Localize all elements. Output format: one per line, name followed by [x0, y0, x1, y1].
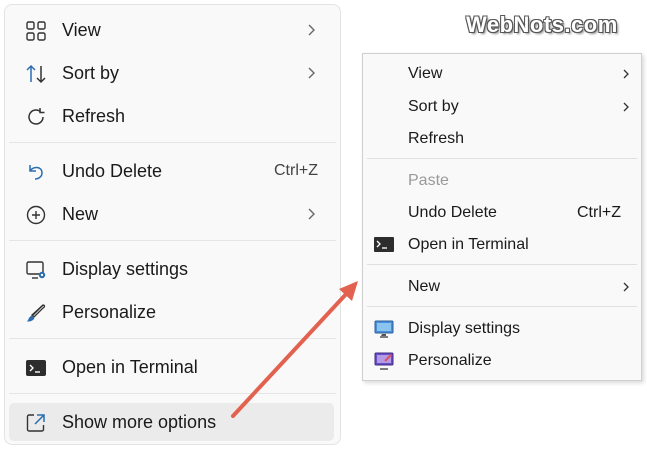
menu-item-label: Personalize [62, 301, 157, 322]
menu-item-new[interactable]: New [363, 273, 641, 301]
chevron-right-icon [308, 24, 315, 36]
menu-item-label: Paste [408, 172, 449, 189]
shortcut-label: Ctrl+Z [577, 204, 621, 221]
refresh-icon [28, 108, 45, 125]
menu-item-sort-by[interactable]: Sort by [9, 54, 334, 92]
brush-icon [26, 304, 46, 322]
terminal-icon [374, 237, 394, 252]
plus-circle-icon [26, 205, 46, 225]
menu-item-view[interactable]: View [363, 60, 641, 88]
chevron-right-icon [623, 102, 629, 112]
menu-item-label: Display settings [408, 320, 521, 337]
sort-icon [26, 64, 46, 84]
chevron-right-icon [623, 282, 629, 292]
menu-item-personalize[interactable]: Personalize [9, 293, 334, 331]
chevron-right-icon [308, 208, 315, 220]
separator [367, 306, 637, 307]
menu-item-open-terminal[interactable]: Open in Terminal [363, 231, 641, 259]
display-settings-icon [374, 320, 394, 338]
menu-item-label: Open in Terminal [408, 236, 529, 253]
menu-item-label: Personalize [408, 352, 492, 369]
menu-item-undo-delete[interactable]: Undo Delete Ctrl+Z [9, 152, 334, 190]
menu-item-show-more-options[interactable]: Show more options [9, 403, 334, 441]
separator [9, 142, 336, 143]
menu-item-label: Open in Terminal [62, 356, 198, 377]
display-settings-icon [26, 261, 46, 279]
menu-item-personalize[interactable]: Personalize [363, 347, 641, 375]
menu-item-label: Refresh [408, 130, 465, 147]
menu-item-label: View [62, 19, 101, 40]
menu-item-display-settings[interactable]: Display settings [363, 315, 641, 343]
separator [367, 264, 637, 265]
menu-item-refresh[interactable]: Refresh [363, 125, 641, 153]
separator [9, 393, 336, 394]
menu-item-label: Undo Delete [408, 204, 497, 221]
menu-item-label: New [408, 278, 441, 295]
menu-item-new[interactable]: New [9, 195, 334, 233]
menu-item-label: Sort by [408, 98, 459, 115]
menu-item-refresh[interactable]: Refresh [9, 97, 334, 135]
separator [9, 338, 336, 339]
terminal-icon [26, 360, 46, 376]
menu-item-label: Show more options [62, 411, 217, 432]
menu-item-label: Refresh [62, 105, 126, 126]
undo-icon [29, 165, 43, 180]
modern-context-menu: View Sort by Refresh Undo Delete Ctrl+Z … [4, 4, 341, 445]
webnots-logo: WebNots.com [466, 12, 618, 37]
menu-item-label: Sort by [62, 62, 120, 83]
menu-item-sort-by[interactable]: Sort by [363, 93, 641, 121]
menu-item-label: New [62, 203, 99, 224]
menu-item-display-settings[interactable]: Display settings [9, 250, 334, 288]
menu-item-label: View [408, 65, 443, 82]
menu-item-paste: Paste [363, 167, 641, 195]
menu-item-undo-delete[interactable]: Undo Delete Ctrl+Z [363, 199, 641, 227]
menu-item-label: Display settings [62, 258, 189, 279]
personalize-icon [374, 352, 394, 370]
chevron-right-icon [308, 67, 315, 79]
menu-item-label: Undo Delete [62, 160, 163, 181]
shortcut-label: Ctrl+Z [274, 162, 318, 179]
separator [9, 240, 336, 241]
open-external-icon [26, 414, 45, 432]
classic-context-menu: View Sort by Refresh Paste Undo Delete C… [362, 53, 642, 381]
menu-item-view[interactable]: View [9, 11, 334, 49]
separator [367, 158, 637, 159]
grid-icon [26, 21, 46, 41]
chevron-right-icon [623, 69, 629, 79]
menu-item-open-terminal[interactable]: Open in Terminal [9, 348, 334, 386]
